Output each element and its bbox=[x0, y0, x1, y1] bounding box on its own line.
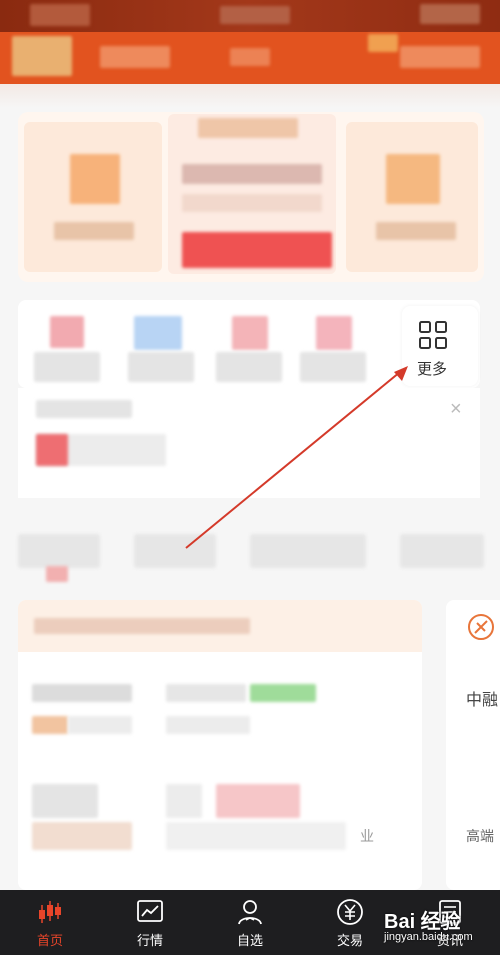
news-card-header bbox=[18, 600, 422, 652]
promo-right-icon bbox=[386, 154, 440, 204]
header-pixel-block bbox=[400, 46, 480, 68]
side-card-title: 中融 bbox=[466, 692, 499, 709]
nav-label: 交易 bbox=[336, 932, 363, 948]
watermark-url: jingyan.baidu.com bbox=[384, 931, 473, 943]
header-pixel-block bbox=[100, 46, 170, 68]
grid-item-label bbox=[300, 352, 366, 382]
more-label: 更多 bbox=[417, 361, 448, 378]
promo-left[interactable] bbox=[24, 122, 162, 272]
news-line bbox=[166, 784, 202, 818]
notice-badge bbox=[36, 434, 68, 466]
nav-label: 行情 bbox=[136, 932, 163, 948]
grid-item-icon[interactable] bbox=[316, 316, 352, 350]
side-card-subtitle: 高端 bbox=[466, 828, 494, 844]
promo-center-text bbox=[182, 164, 322, 184]
app-header bbox=[0, 32, 500, 84]
tab-item[interactable] bbox=[134, 534, 216, 568]
news-line bbox=[166, 716, 250, 734]
header-gradient bbox=[0, 84, 500, 108]
promo-right[interactable] bbox=[346, 122, 478, 272]
watermark-brand: Bai 经验 bbox=[384, 911, 461, 933]
notice-title bbox=[36, 400, 132, 418]
promo-card[interactable] bbox=[18, 112, 484, 282]
compass-icon bbox=[468, 614, 494, 640]
grid-item-icon[interactable] bbox=[134, 316, 182, 350]
user-star-icon bbox=[238, 899, 262, 924]
news-line bbox=[68, 716, 132, 734]
nav-item-watchlist[interactable]: 自选 bbox=[200, 890, 300, 955]
header-pixel-block bbox=[230, 48, 270, 66]
status-pixel-block bbox=[220, 6, 290, 24]
grid-item-label bbox=[128, 352, 194, 382]
tab-item[interactable] bbox=[18, 534, 100, 568]
nav-label: 首页 bbox=[36, 932, 63, 948]
status-bar bbox=[0, 0, 500, 32]
news-line bbox=[32, 822, 132, 850]
promo-left-text bbox=[54, 222, 134, 240]
yuan-icon bbox=[337, 898, 363, 925]
news-tag bbox=[32, 716, 68, 734]
news-line bbox=[32, 784, 98, 818]
news-tag bbox=[216, 784, 300, 818]
news-line bbox=[32, 684, 132, 702]
tab-indicator bbox=[46, 566, 68, 582]
tab-item[interactable] bbox=[400, 534, 484, 568]
grid-item-label bbox=[216, 352, 282, 382]
grid-item-icon[interactable] bbox=[232, 316, 268, 350]
side-card[interactable] bbox=[446, 600, 500, 890]
promo-center-button[interactable] bbox=[182, 232, 332, 268]
promo-left-icon bbox=[70, 154, 120, 204]
promo-center[interactable] bbox=[168, 114, 336, 274]
candlestick-icon bbox=[39, 900, 61, 923]
nav-item-home[interactable]: 首页 bbox=[0, 890, 100, 955]
grid-item-label bbox=[34, 352, 100, 382]
close-icon[interactable]: × bbox=[450, 398, 462, 421]
notice-card[interactable] bbox=[18, 388, 480, 498]
header-pixel-block bbox=[368, 34, 398, 52]
news-header-text bbox=[34, 618, 250, 634]
grid-item-icon[interactable] bbox=[50, 316, 84, 348]
header-logo[interactable] bbox=[12, 36, 72, 76]
news-text-fragment: 业 bbox=[360, 828, 374, 844]
status-pixel-block bbox=[420, 4, 480, 24]
news-tag bbox=[250, 684, 316, 702]
nav-label: 自选 bbox=[236, 932, 263, 948]
news-line bbox=[166, 822, 346, 850]
promo-center-text bbox=[182, 194, 322, 212]
status-pixel-block bbox=[30, 4, 90, 26]
tab-item[interactable] bbox=[250, 534, 366, 568]
promo-center-title bbox=[198, 118, 298, 138]
chart-line-icon bbox=[137, 899, 163, 922]
news-line bbox=[166, 684, 246, 702]
nav-item-market[interactable]: 行情 bbox=[100, 890, 200, 955]
grid-more-icon bbox=[419, 321, 447, 349]
promo-right-text bbox=[376, 222, 456, 240]
